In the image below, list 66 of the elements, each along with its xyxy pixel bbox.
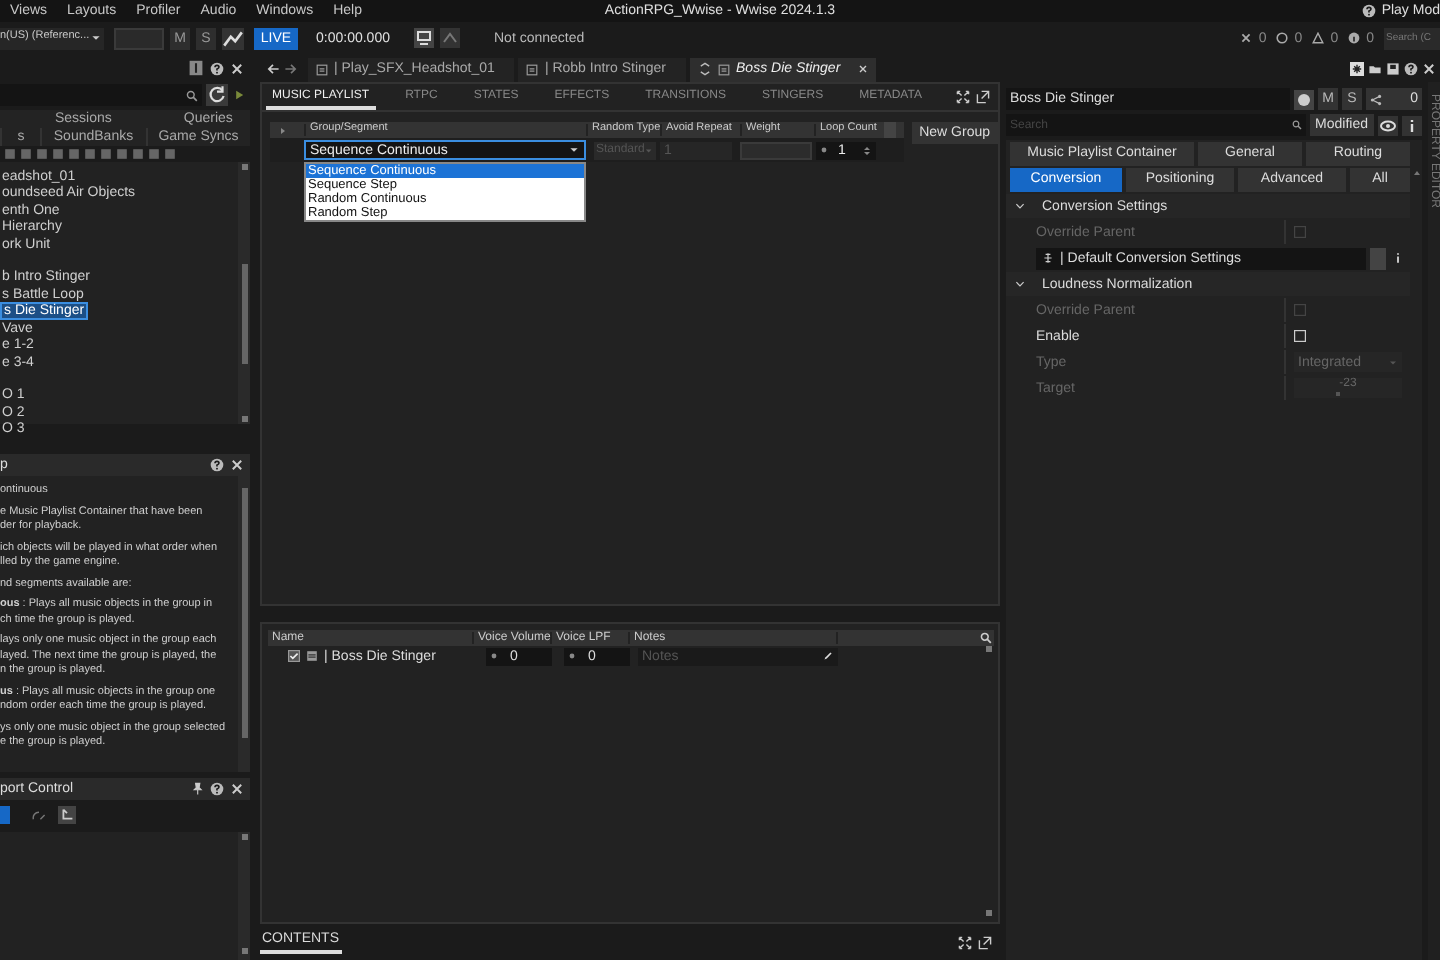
- pop-out-icon[interactable]: [976, 90, 990, 104]
- close-icon[interactable]: [230, 782, 244, 796]
- help-icon[interactable]: [210, 782, 224, 796]
- pop-out-icon[interactable]: [978, 935, 992, 949]
- warning-icon: [1312, 32, 1325, 44]
- share-icon: [1370, 93, 1382, 105]
- close-icon[interactable]: [230, 61, 244, 75]
- folder-icon[interactable]: [1368, 62, 1382, 76]
- search-icon: [186, 89, 198, 101]
- weight-cell: [740, 141, 812, 159]
- list-icon: [316, 63, 328, 75]
- close-icon[interactable]: [1422, 62, 1436, 76]
- play-button[interactable]: [0, 805, 10, 823]
- search-icon[interactable]: [980, 632, 992, 644]
- scrollbar[interactable]: [984, 646, 994, 916]
- caret-icon[interactable]: [568, 144, 580, 156]
- help-icon[interactable]: [210, 458, 224, 472]
- play-icon[interactable]: [232, 88, 246, 102]
- list-icon: [526, 63, 539, 75]
- graph-icon[interactable]: [222, 27, 244, 49]
- refresh-icon[interactable]: [206, 84, 228, 106]
- expand-icon[interactable]: [958, 935, 972, 949]
- help-icon[interactable]: [1404, 62, 1418, 76]
- close-icon: [1240, 32, 1253, 44]
- forward-icon[interactable]: [284, 62, 298, 76]
- scrollbar[interactable]: [238, 476, 250, 772]
- scrollbar[interactable]: [238, 162, 250, 424]
- pin-icon[interactable]: [190, 782, 204, 796]
- chevron-icon: [1014, 200, 1026, 212]
- circle-icon: [1276, 32, 1289, 44]
- chevron-icon: [1014, 278, 1026, 290]
- curve-icon[interactable]: [32, 807, 46, 821]
- dot-icon: [568, 652, 576, 660]
- close-icon[interactable]: [858, 64, 869, 74]
- close-icon[interactable]: [230, 458, 244, 472]
- cycle-icon: [698, 62, 713, 76]
- spinner-icon[interactable]: [862, 143, 872, 157]
- help-icon[interactable]: [210, 61, 224, 75]
- scroll-up-icon[interactable]: [1411, 168, 1421, 178]
- input-field[interactable]: [114, 27, 164, 49]
- eye-icon[interactable]: [1378, 115, 1398, 135]
- search-icon: [1291, 120, 1302, 130]
- info-icon: [1348, 32, 1361, 44]
- color-icon[interactable]: [1294, 89, 1314, 109]
- checkbox[interactable]: [288, 650, 300, 662]
- pencil-icon[interactable]: [822, 650, 834, 662]
- dot-icon: [820, 146, 828, 154]
- list-icon: [718, 63, 731, 75]
- list-icon: [306, 650, 318, 662]
- scrollbar[interactable]: [238, 832, 250, 960]
- search-field[interactable]: [0, 84, 202, 106]
- caret-icon[interactable]: [90, 32, 102, 44]
- monitor-icon[interactable]: [414, 28, 434, 48]
- back-icon[interactable]: [266, 62, 280, 76]
- star-icon[interactable]: [1350, 62, 1364, 76]
- layout-icon[interactable]: [188, 60, 204, 76]
- expand-arrow-icon[interactable]: [278, 125, 288, 135]
- info-icon[interactable]: [1402, 115, 1422, 135]
- dot-icon: [490, 652, 498, 660]
- expand-icon[interactable]: [956, 90, 970, 104]
- caret-icon: [1388, 357, 1398, 367]
- help-icon[interactable]: [1361, 4, 1376, 18]
- reset-icon[interactable]: [58, 805, 76, 823]
- save-icon[interactable]: [1386, 62, 1400, 76]
- checkbox[interactable]: [1294, 330, 1306, 342]
- scrollbar[interactable]: [884, 122, 896, 138]
